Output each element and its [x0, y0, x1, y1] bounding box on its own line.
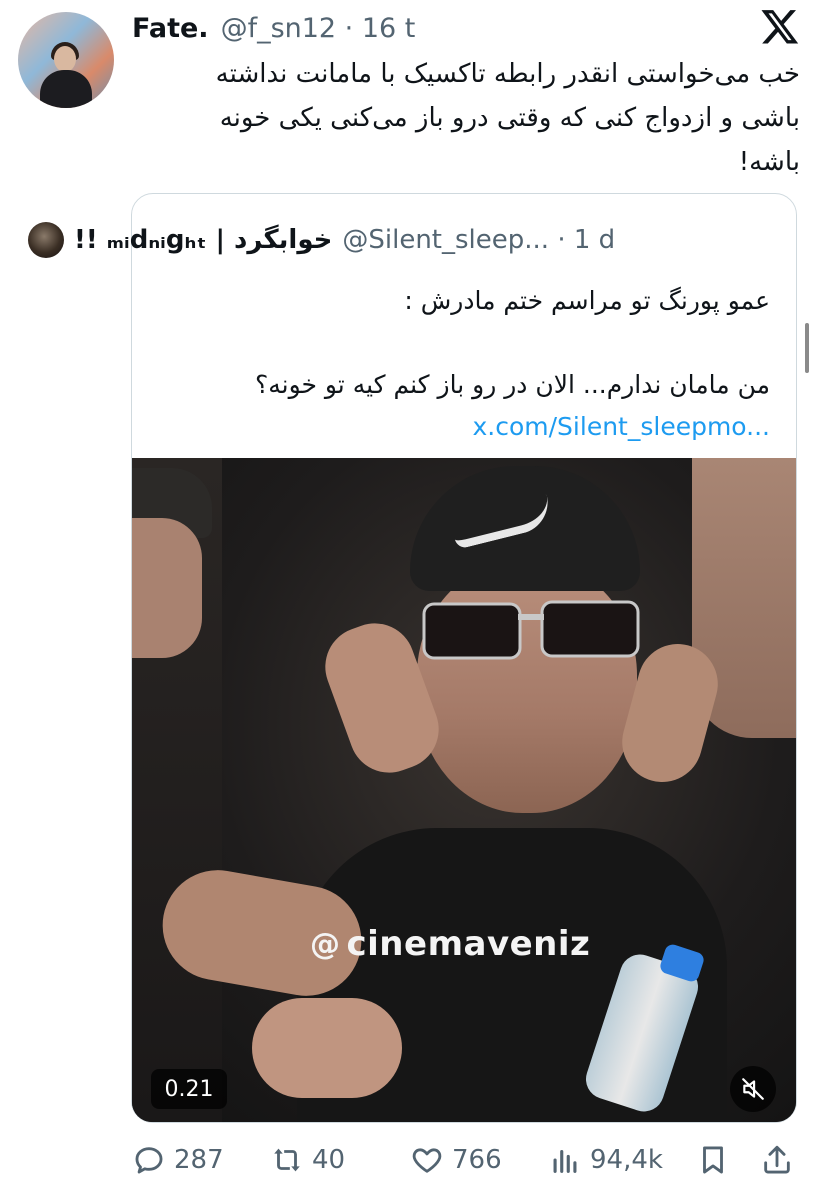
video-figure-face: [132, 518, 202, 658]
action-bar: 287 40 766 94,4k: [132, 1138, 802, 1182]
video-player[interactable]: @ cinemaveniz 0.21: [132, 458, 796, 1122]
quoted-text-line: من مامان ندارم... الان در رو باز کنم کیه…: [254, 370, 770, 399]
x-logo-icon: [760, 6, 800, 46]
quoted-author-name[interactable]: !! ₘᵢdₙᵢgₕₜ | خوابگرد: [74, 225, 332, 255]
repost-icon: [274, 1148, 300, 1172]
share-button[interactable]: [760, 1138, 802, 1182]
post-text-line: باشه!: [738, 147, 800, 177]
watermark-text: cinemaveniz: [346, 924, 591, 964]
author-avatar[interactable]: [18, 12, 114, 108]
video-duration: 0.21: [151, 1069, 227, 1109]
quoted-post-header: !! ₘᵢdₙᵢgₕₜ | خوابگرد @Silent_sleep... ·…: [28, 220, 758, 260]
quoted-text-line: عمو پورنگ تو مراسم ختم مادرش :: [404, 286, 770, 315]
repost-count: 40: [312, 1145, 346, 1175]
repost-button[interactable]: 40: [270, 1138, 345, 1182]
quoted-author-handle[interactable]: @Silent_sleep... · 1 d: [342, 225, 615, 255]
author-name[interactable]: Fate.: [132, 13, 209, 44]
post-text-line: خب می‌خواستی انقدر رابطه تاکسیک با مامان…: [215, 59, 800, 89]
reply-button[interactable]: 287: [132, 1138, 224, 1182]
avatar-body: [40, 70, 92, 108]
mute-icon: [742, 1078, 764, 1100]
video-hand: [252, 998, 402, 1098]
views-count: 94,4k: [590, 1145, 663, 1175]
author-handle[interactable]: @f_sn12 · 16 t: [221, 13, 416, 44]
post-text: خب می‌خواستی انقدر رابطه تاکسیک با مامان…: [132, 52, 800, 184]
sunglasses: [422, 600, 640, 660]
views-icon: [553, 1149, 577, 1173]
avatar-head: [54, 46, 76, 72]
quoted-post-text: عمو پورنگ تو مراسم ختم مادرش : من مامان …: [150, 280, 770, 448]
reply-icon: [135, 1147, 163, 1174]
threads-icon: @: [310, 926, 341, 962]
like-icon: [412, 1148, 442, 1173]
bookmark-icon: [703, 1146, 723, 1174]
scrollbar[interactable]: [805, 323, 809, 373]
share-icon: [764, 1145, 790, 1174]
post-text-line: باشی و ازدواج کنی که وقتی درو باز می‌کنی…: [219, 103, 800, 133]
post-header: Fate. @f_sn12 · 16 t: [132, 10, 415, 46]
quoted-author-avatar[interactable]: [28, 222, 64, 258]
bookmark-button[interactable]: [696, 1138, 738, 1182]
views-button[interactable]: 94,4k: [548, 1138, 663, 1182]
mute-button[interactable]: [730, 1066, 776, 1112]
video-watermark: @ cinemaveniz: [310, 924, 590, 964]
quoted-link[interactable]: x.com/Silent_sleepmo...: [150, 406, 771, 448]
like-count: 766: [452, 1145, 502, 1175]
like-button[interactable]: 766: [410, 1138, 502, 1182]
reply-count: 287: [174, 1145, 224, 1175]
